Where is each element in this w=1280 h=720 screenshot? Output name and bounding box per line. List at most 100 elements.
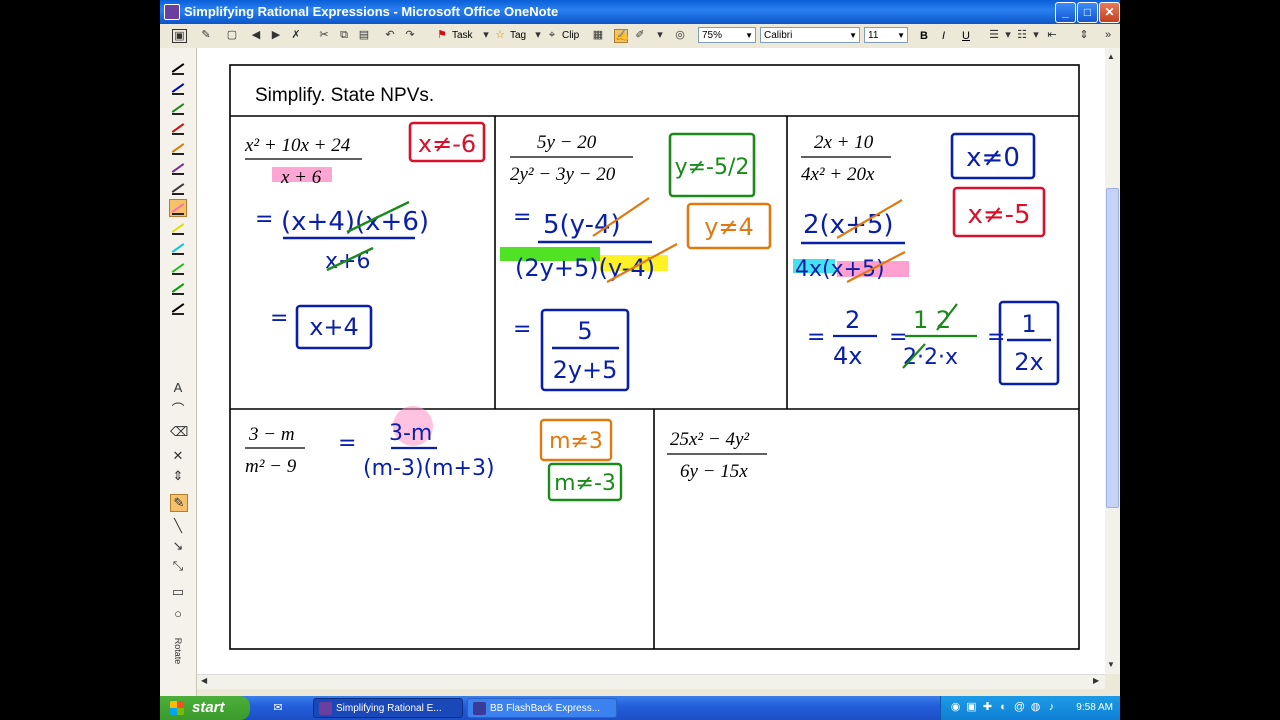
scroll-up-icon[interactable]: ▲ bbox=[1107, 52, 1115, 61]
bullets-dropdown-icon[interactable]: ▾ bbox=[1002, 29, 1014, 41]
p3-step2-numerator: 2 bbox=[845, 306, 860, 334]
toolbar-options-icon[interactable]: » bbox=[1102, 29, 1114, 41]
note-page-canvas[interactable]: Simplify. State NPVs. x² + 10x + 24 x + … bbox=[197, 48, 1105, 674]
taskbar-item-flashback[interactable]: BB FlashBack Express... bbox=[467, 698, 617, 718]
minimize-button[interactable]: _ bbox=[1055, 2, 1076, 23]
eraser-icon[interactable]: ⌫ bbox=[170, 424, 188, 440]
paste-icon[interactable]: ▤ bbox=[358, 29, 370, 41]
font-value: Calibri bbox=[764, 30, 793, 41]
lasso-select-icon[interactable]: ⌒ bbox=[170, 402, 186, 418]
pen-nib bbox=[172, 253, 184, 255]
pen-nib bbox=[172, 93, 184, 95]
zoom-combo[interactable]: 75% ▼ bbox=[698, 27, 756, 43]
tray-icon[interactable]: ▣ bbox=[965, 701, 978, 714]
p3-npv1: x≠0 bbox=[966, 143, 1020, 173]
bold-button[interactable]: B bbox=[920, 28, 928, 44]
title-bar[interactable]: Simplifying Rational Expressions - Micro… bbox=[160, 0, 1120, 24]
tag-button[interactable]: Tag bbox=[510, 28, 526, 44]
task-flag-icon[interactable]: ⚑ bbox=[436, 29, 448, 41]
taskbar-item-onenote[interactable]: Simplifying Rational E... bbox=[313, 698, 463, 718]
clip-icon[interactable]: ⌖ bbox=[546, 29, 558, 41]
pen-icon[interactable]: ✎ bbox=[200, 29, 212, 41]
pen-swatch[interactable] bbox=[170, 60, 186, 76]
spacing-icon[interactable]: ⇕ bbox=[1078, 29, 1090, 41]
bullets-icon[interactable]: ☰ bbox=[988, 29, 1000, 41]
tag-star-icon[interactable]: ☆ bbox=[494, 29, 506, 41]
pen-swatch[interactable] bbox=[170, 240, 186, 256]
rectangle-tool-icon[interactable]: ▭ bbox=[170, 584, 186, 600]
scroll-left-icon[interactable]: ◀ bbox=[201, 676, 207, 685]
pen-swatch[interactable] bbox=[170, 140, 186, 156]
double-arrow-tool-icon[interactable]: ⤡ bbox=[170, 558, 186, 574]
pen-swatch[interactable] bbox=[169, 199, 187, 217]
back-icon[interactable]: ◀ bbox=[250, 29, 262, 41]
insert-space-vertical-icon[interactable]: ⇕ bbox=[170, 468, 186, 484]
full-page-view-icon[interactable]: ▣ bbox=[172, 29, 187, 43]
tag-dropdown-icon[interactable]: ▾ bbox=[532, 29, 544, 41]
p3-numerator: 2x + 10 bbox=[814, 132, 874, 153]
numbering-dropdown-icon[interactable]: ▾ bbox=[1030, 29, 1042, 41]
p4-npv2: m≠-3 bbox=[554, 471, 616, 496]
forward-icon[interactable]: ▶ bbox=[270, 29, 282, 41]
clip-button[interactable]: Clip bbox=[562, 28, 579, 44]
rotate-button[interactable]: Rotate bbox=[163, 637, 193, 665]
pen-swatch[interactable] bbox=[170, 260, 186, 276]
copy-icon[interactable]: ⧉ bbox=[338, 29, 350, 41]
italic-button[interactable]: I bbox=[942, 28, 945, 44]
pen-swatch[interactable] bbox=[170, 80, 186, 96]
tray-icon[interactable]: ◐ bbox=[997, 701, 1010, 714]
tray-icon[interactable]: @ bbox=[1013, 701, 1026, 714]
options-dropdown-icon[interactable]: ▾ bbox=[654, 29, 666, 41]
undo-icon[interactable]: ↶ bbox=[384, 29, 396, 41]
maximize-button[interactable]: □ bbox=[1077, 2, 1098, 23]
font-size-combo[interactable]: 11 ▼ bbox=[864, 27, 908, 43]
insert-space-icon[interactable]: A bbox=[170, 380, 186, 396]
speaker-icon[interactable]: ♪ bbox=[1045, 701, 1058, 714]
pen-swatch[interactable] bbox=[170, 300, 186, 316]
highlighter-icon[interactable]: ✐ bbox=[634, 29, 646, 41]
start-button[interactable]: start bbox=[160, 696, 250, 720]
pen-swatch[interactable] bbox=[170, 180, 186, 196]
scroll-down-icon[interactable]: ▼ bbox=[1107, 660, 1115, 669]
font-size-value: 11 bbox=[868, 30, 879, 41]
p2-denominator: 2y² − 3y − 20 bbox=[510, 164, 616, 185]
tray-icon[interactable]: ✚ bbox=[981, 701, 994, 714]
pen-color-stroke bbox=[171, 123, 185, 133]
delete-ink-icon[interactable]: ✕ bbox=[170, 448, 186, 464]
scroll-right-icon[interactable]: ▶ bbox=[1093, 676, 1099, 685]
pen-swatch[interactable] bbox=[170, 280, 186, 296]
decrease-indent-icon[interactable]: ⇤ bbox=[1046, 29, 1058, 41]
arrow-tool-icon[interactable]: ↘ bbox=[170, 538, 186, 554]
pen-swatch[interactable] bbox=[170, 160, 186, 176]
quick-launch-icon[interactable]: ✉ bbox=[272, 702, 284, 714]
numbering-icon[interactable]: ☷ bbox=[1016, 29, 1028, 41]
font-combo[interactable]: Calibri ▼ bbox=[760, 27, 860, 43]
active-pen-icon[interactable]: ✎ bbox=[170, 494, 188, 512]
close-button[interactable]: ✕ bbox=[1099, 2, 1120, 23]
note-heading[interactable]: Simplify. State NPVs. bbox=[255, 85, 434, 106]
cut-icon[interactable]: ✂ bbox=[318, 29, 330, 41]
pen-swatch[interactable] bbox=[170, 220, 186, 236]
vertical-scrollbar[interactable]: ▲ ▼ bbox=[1105, 48, 1120, 674]
new-page-icon[interactable]: ▢ bbox=[226, 29, 238, 41]
pen-swatch[interactable] bbox=[170, 100, 186, 116]
line-tool-icon[interactable]: ╲ bbox=[170, 518, 186, 534]
pen-mode-icon[interactable]: ✍ bbox=[614, 29, 629, 43]
task-button[interactable]: Task bbox=[452, 28, 473, 44]
research-icon[interactable]: ◎ bbox=[674, 29, 686, 41]
table-icon[interactable]: ▦ bbox=[592, 29, 604, 41]
tray-icon[interactable]: ◍ bbox=[1029, 701, 1042, 714]
scrollbar-thumb[interactable] bbox=[1106, 188, 1119, 508]
clock[interactable]: 9:58 AM bbox=[1076, 702, 1113, 713]
taskbar-item-label: Simplifying Rational E... bbox=[336, 703, 442, 714]
pen-swatch[interactable] bbox=[170, 120, 186, 136]
task-dropdown-icon[interactable]: ▾ bbox=[480, 29, 492, 41]
horizontal-scrollbar[interactable]: ◀ ▶ bbox=[197, 674, 1105, 689]
tray-icon[interactable]: ◉ bbox=[949, 701, 962, 714]
onenote-task-icon bbox=[319, 702, 332, 715]
underline-button[interactable]: U bbox=[962, 28, 970, 44]
p1-answer: x+4 bbox=[309, 313, 359, 341]
delete-icon[interactable]: ✗ bbox=[290, 29, 302, 41]
redo-icon[interactable]: ↷ bbox=[404, 29, 416, 41]
circle-tool-icon[interactable]: ○ bbox=[170, 606, 186, 622]
